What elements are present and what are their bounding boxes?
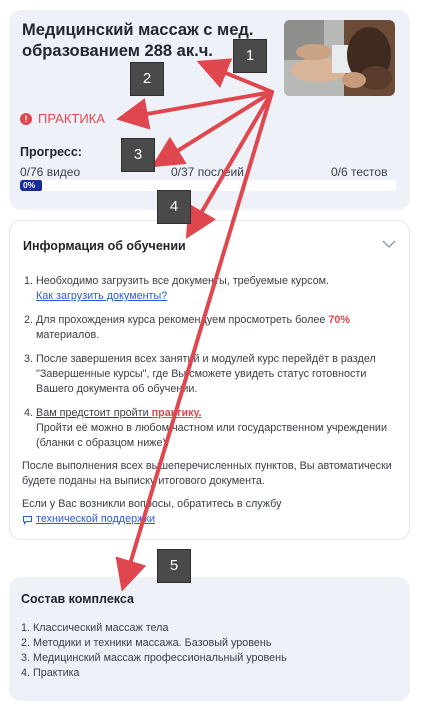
support-link[interactable]: технической поддержки — [22, 512, 155, 527]
info-steps: 1. Необходимо загрузить все документы, т… — [24, 274, 396, 460]
composition-title: Состав комплекса — [21, 592, 134, 606]
chat-icon — [23, 515, 32, 525]
composition-item[interactable]: 2. Методики и техники массажа. Базовый у… — [21, 636, 287, 651]
lessons-counter: 0/37 послеий — [171, 165, 244, 179]
course-card[interactable]: Медицинский массаж с мед. образованием 2… — [9, 10, 410, 210]
course-thumbnail[interactable] — [284, 20, 395, 96]
videos-counter: 0/76 видео — [20, 165, 81, 179]
training-info-card: Информация об обучении 1. Необходимо заг… — [9, 220, 410, 540]
annotation-label-1: 1 — [233, 39, 267, 73]
composition-item[interactable]: 3. Медицинский массаж профессиональный у… — [21, 651, 287, 666]
info-step-3: 3. После завершения всех занятий и модул… — [24, 353, 376, 395]
annotation-label-2: 2 — [130, 62, 164, 96]
course-status: ! ПРАКТИКА — [20, 111, 105, 126]
info-completion-note: После выполнения всех вышеперечисленных … — [22, 460, 392, 487]
practice-link[interactable]: практику. — [152, 407, 202, 419]
annotation-label-4: 4 — [157, 190, 191, 224]
progress-bar: 0% — [20, 180, 396, 191]
massage-photo-icon — [284, 20, 395, 96]
composition-item[interactable]: 4. Практика — [21, 666, 287, 681]
composition-item[interactable]: 1. Классический массаж тела — [21, 621, 287, 636]
chevron-down-icon[interactable] — [382, 239, 396, 249]
info-step-4: 4. Вам предстоит пройти практику. Пройти… — [24, 407, 387, 449]
bundle-composition-card: Состав комплекса 1. Классический массаж … — [9, 577, 410, 701]
progress-percent: 0% — [23, 180, 36, 190]
annotation-label-5: 5 — [157, 549, 191, 583]
how-to-upload-link[interactable]: Как загрузить документы? — [36, 290, 167, 302]
info-contact-note: Если у Вас возникли вопросы, обратитесь … — [22, 498, 282, 527]
status-label: ПРАКТИКА — [38, 111, 105, 126]
percent-accent: 70% — [328, 314, 350, 326]
tests-counter: 0/6 тестов — [331, 165, 388, 179]
info-step-2: 2. Для прохождения курса рекомендуем про… — [24, 314, 350, 341]
info-step-1: 1. Необходимо загрузить все документы, т… — [24, 275, 330, 302]
info-title: Информация об обучении — [23, 239, 186, 253]
progress-heading: Прогресс: — [20, 145, 82, 159]
composition-list: 1. Классический массаж тела 2. Методики … — [21, 621, 287, 681]
info-icon: ! — [20, 112, 32, 125]
annotation-label-3: 3 — [121, 138, 155, 172]
